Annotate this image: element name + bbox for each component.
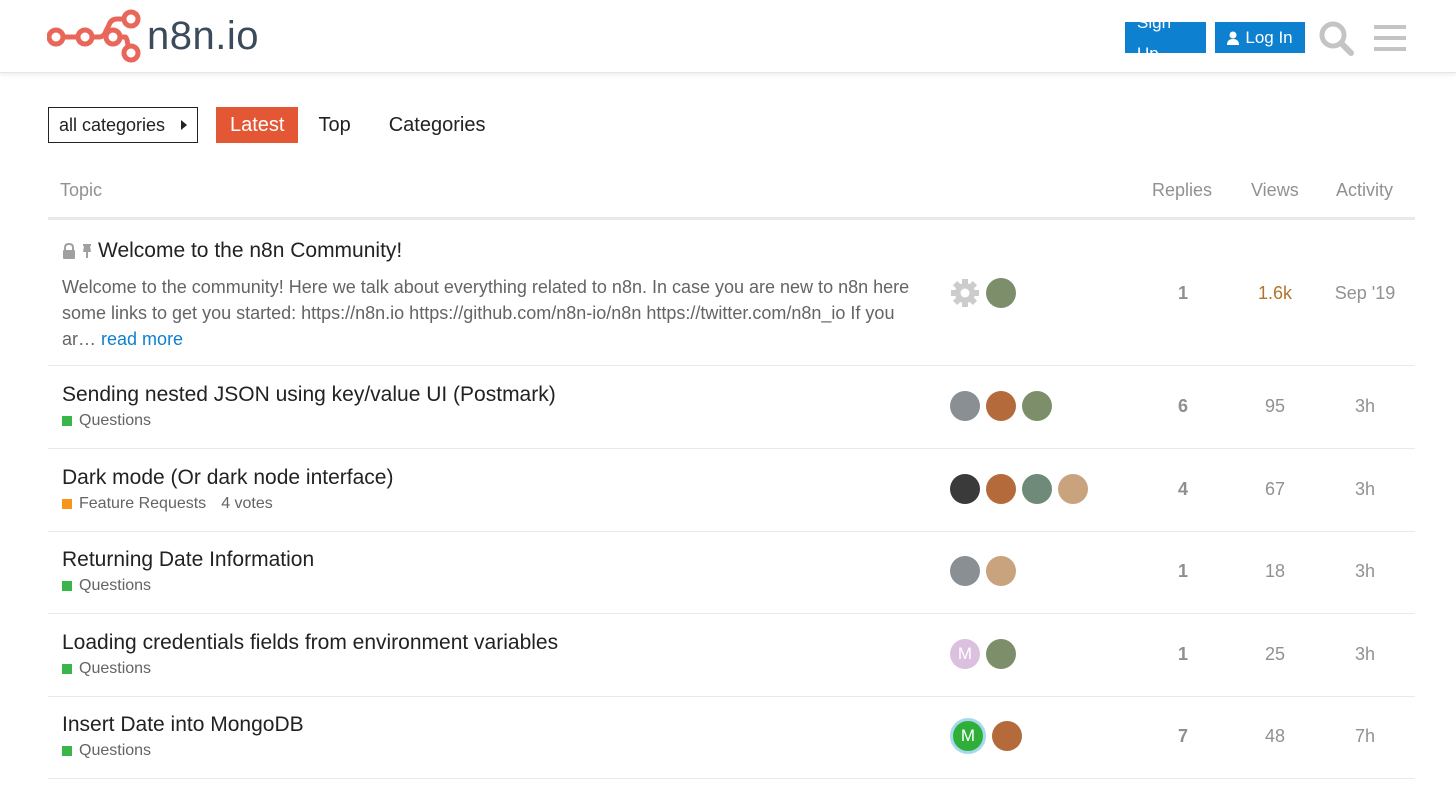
topic-title-link[interactable]: Dark mode (Or dark node interface) (62, 466, 393, 490)
avatar[interactable] (1022, 391, 1052, 421)
topic-title-link[interactable]: Welcome to the n8n Community! (98, 239, 402, 263)
pin-icon (83, 244, 91, 258)
logo-text: n8n.io (147, 14, 259, 58)
tab-categories[interactable]: Categories (375, 107, 500, 143)
read-more-link[interactable]: read more (101, 329, 183, 349)
hamburger-menu-icon[interactable] (1370, 18, 1410, 58)
avatar[interactable] (1022, 474, 1052, 504)
topic-title-link[interactable]: Insert Date into MongoDB (62, 713, 304, 737)
topic-row: Returning Date Information Questions 1 1… (48, 531, 1415, 614)
tab-top[interactable]: Top (304, 107, 364, 143)
activity-time[interactable]: 3h (1325, 644, 1405, 665)
category-color-square (62, 499, 72, 509)
topic-excerpt: Welcome to the community! Here we talk a… (62, 274, 922, 352)
posters (950, 474, 1088, 504)
log-in-button[interactable]: Log In (1215, 22, 1305, 53)
avatar[interactable] (950, 391, 980, 421)
n8n-logo[interactable]: n8n.io (47, 9, 259, 63)
category-name: Questions (79, 742, 152, 759)
n8n-logo-icon (47, 9, 141, 63)
posters (950, 556, 1016, 586)
navigation-bar: all categories Latest Top Categories (48, 107, 499, 143)
replies-count: 1 (1177, 644, 1188, 664)
category-name: Questions (79, 412, 152, 429)
category-badge[interactable]: Questions (62, 412, 151, 430)
category-color-square (62, 581, 72, 591)
topic-title-link[interactable]: Sending nested JSON using key/value UI (… (62, 383, 556, 407)
avatar[interactable] (950, 556, 980, 586)
excerpt-text: Welcome to the community! Here we talk a… (62, 277, 910, 349)
category-dropdown[interactable]: all categories (48, 107, 198, 143)
avatar[interactable] (986, 474, 1016, 504)
posters: M (950, 639, 1016, 669)
caret-right-icon (181, 120, 187, 130)
category-name: Feature Requests (79, 495, 207, 512)
log-in-label: Log In (1245, 28, 1293, 47)
tab-latest[interactable]: Latest (216, 107, 299, 143)
posters (950, 278, 1016, 308)
avatar[interactable] (986, 391, 1016, 421)
replies-count: 7 (1177, 726, 1188, 746)
column-views[interactable]: Views (1251, 180, 1299, 201)
views-count: 95 (1264, 396, 1286, 416)
activity-time[interactable]: 3h (1325, 561, 1405, 582)
activity-time[interactable]: 3h (1325, 396, 1405, 417)
avatar[interactable] (950, 474, 980, 504)
views-count: 18 (1264, 561, 1286, 581)
posters (950, 391, 1052, 421)
views-count: 67 (1264, 479, 1286, 499)
topic-row: Sending nested JSON using key/value UI (… (48, 366, 1415, 449)
activity-time[interactable]: Sep '19 (1325, 283, 1405, 304)
column-topic[interactable]: Topic (60, 180, 102, 201)
views-count: 48 (1264, 726, 1286, 746)
column-replies[interactable]: Replies (1152, 180, 1212, 201)
category-name: Questions (79, 660, 152, 677)
topic-title-link[interactable]: Loading credentials fields from environm… (62, 631, 558, 655)
replies-count: 1 (1177, 283, 1188, 303)
avatar[interactable] (986, 639, 1016, 669)
topic-list-header: Topic Replies Views Activity (48, 167, 1415, 220)
category-dropdown-label: all categories (59, 114, 166, 135)
vote-count: 4 votes (221, 495, 273, 512)
category-badge[interactable]: Feature Requests 4 votes (62, 495, 273, 513)
replies-count: 4 (1177, 479, 1188, 499)
activity-time[interactable]: 3h (1325, 479, 1405, 500)
replies-count: 1 (1177, 561, 1188, 581)
user-icon (1227, 31, 1240, 45)
posters: M (950, 718, 1022, 754)
views-count: 1.6k (1257, 283, 1293, 303)
category-color-square (62, 746, 72, 756)
avatar-letter[interactable]: M (950, 639, 980, 669)
topic-row: Loading credentials fields from environm… (48, 614, 1415, 697)
topic-row: Dark mode (Or dark node interface) Featu… (48, 449, 1415, 532)
search-icon[interactable] (1316, 18, 1356, 58)
system-gear-avatar-icon[interactable] (950, 278, 980, 308)
category-badge[interactable]: Questions (62, 577, 151, 595)
lock-icon (63, 243, 75, 259)
site-header: n8n.io Sign Up Log In (0, 0, 1456, 73)
views-count: 25 (1264, 644, 1286, 664)
avatar[interactable] (992, 721, 1022, 751)
category-badge[interactable]: Questions (62, 660, 151, 678)
column-activity[interactable]: Activity (1336, 180, 1393, 201)
category-color-square (62, 664, 72, 674)
category-badge[interactable]: Questions (62, 742, 151, 760)
category-name: Questions (79, 577, 152, 594)
topic-row: Welcome to the n8n Community! Welcome to… (48, 220, 1415, 366)
avatar[interactable] (1058, 474, 1088, 504)
sign-up-button[interactable]: Sign Up (1125, 13, 1206, 63)
replies-count: 6 (1177, 396, 1188, 416)
activity-time[interactable]: 7h (1325, 726, 1405, 747)
avatar[interactable] (986, 556, 1016, 586)
avatar-letter[interactable]: M (950, 718, 986, 754)
topic-title-link[interactable]: Returning Date Information (62, 548, 314, 572)
topic-title-container: Welcome to the n8n Community! (62, 239, 402, 263)
topic-row: Insert Date into MongoDB Questions M 7 4… (48, 696, 1415, 779)
avatar[interactable] (986, 278, 1016, 308)
category-color-square (62, 416, 72, 426)
